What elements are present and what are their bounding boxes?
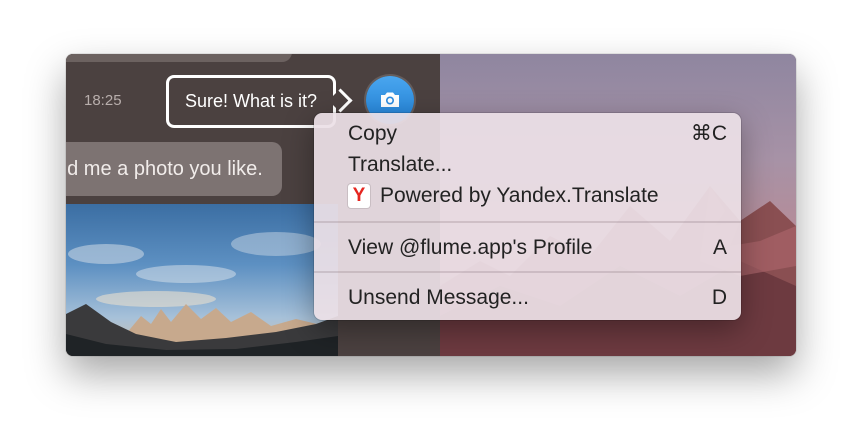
menu-item-label: Powered by Yandex.Translate	[380, 184, 659, 207]
yandex-logo-icon: Y	[348, 184, 370, 208]
photo-landscape	[66, 232, 338, 356]
menu-item-unsend[interactable]: Unsend Message... D	[314, 283, 741, 313]
shared-photo[interactable]	[66, 204, 338, 356]
sent-message-bubble[interactable]: Sure! What is it?	[166, 75, 336, 128]
app-window: 18:25 Sure! What is it? nd me a photo yo…	[66, 54, 796, 356]
context-menu: Copy ⌘C Translate... Y Powered by Yandex…	[314, 113, 741, 320]
menu-item-powered-by-yandex: Y Powered by Yandex.Translate	[314, 181, 741, 211]
menu-item-shortcut: A	[712, 236, 727, 259]
menu-item-label: Translate...	[348, 153, 453, 176]
previous-message-bubble	[66, 54, 292, 62]
camera-icon	[381, 92, 399, 107]
menu-item-label: Unsend Message...	[348, 286, 529, 309]
received-message-bubble[interactable]: nd me a photo you like.	[66, 142, 282, 196]
message-timestamp: 18:25	[84, 92, 122, 109]
menu-item-copy[interactable]: Copy ⌘C	[314, 119, 741, 149]
menu-item-view-profile[interactable]: View @flume.app's Profile A	[314, 233, 741, 263]
menu-item-label: Copy	[348, 122, 398, 145]
menu-separator	[314, 271, 741, 273]
menu-item-shortcut: ⌘C	[690, 122, 727, 145]
menu-item-label: View @flume.app's Profile	[348, 236, 593, 259]
menu-item-translate[interactable]: Translate...	[314, 150, 741, 180]
menu-separator	[314, 221, 741, 223]
menu-item-shortcut: D	[711, 286, 727, 309]
